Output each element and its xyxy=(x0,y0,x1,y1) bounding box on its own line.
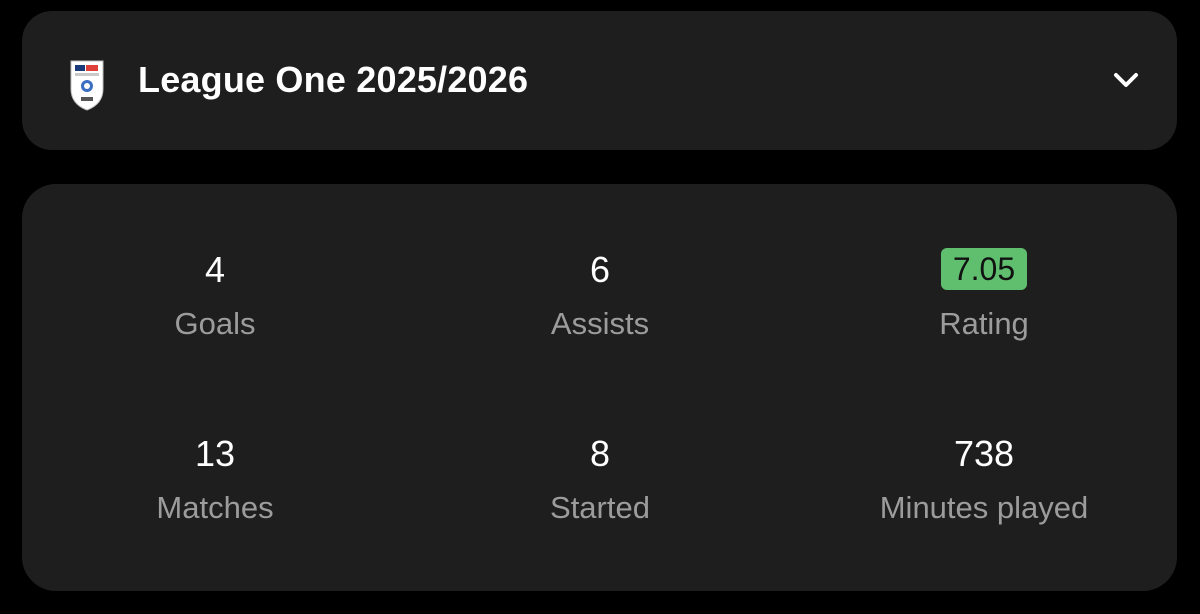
stat-matches: 13 Matches xyxy=(35,432,395,528)
efl-league-one-logo-icon xyxy=(70,60,104,111)
stat-rating: 7.05 Rating xyxy=(804,248,1164,344)
league-title: League One 2025/2026 xyxy=(138,59,529,100)
assists-label: Assists xyxy=(550,306,650,341)
league-selector[interactable]: League One 2025/2026 xyxy=(22,11,1177,150)
started-value: 8 xyxy=(589,433,611,474)
chevron-down-icon[interactable] xyxy=(1111,69,1141,91)
minutes-label: Minutes played xyxy=(879,490,1089,525)
goals-label: Goals xyxy=(174,306,256,341)
stat-assists: 6 Assists xyxy=(420,248,780,344)
matches-value: 13 xyxy=(194,433,236,474)
started-label: Started xyxy=(550,490,650,525)
rating-label: Rating xyxy=(939,306,1029,341)
assists-value: 6 xyxy=(589,249,611,290)
rating-badge: 7.05 xyxy=(940,248,1028,290)
stat-minutes-played: 738 Minutes played xyxy=(804,432,1164,528)
minutes-value: 738 xyxy=(953,433,1015,474)
season-stats-card: 4 Goals 6 Assists 7.05 Rating 13 Matches… xyxy=(22,184,1177,591)
matches-label: Matches xyxy=(156,490,274,525)
rating-wrapper: 7.05 xyxy=(804,248,1164,292)
stat-started: 8 Started xyxy=(420,432,780,528)
stat-goals: 4 Goals xyxy=(35,248,395,344)
goals-value: 4 xyxy=(204,249,226,290)
